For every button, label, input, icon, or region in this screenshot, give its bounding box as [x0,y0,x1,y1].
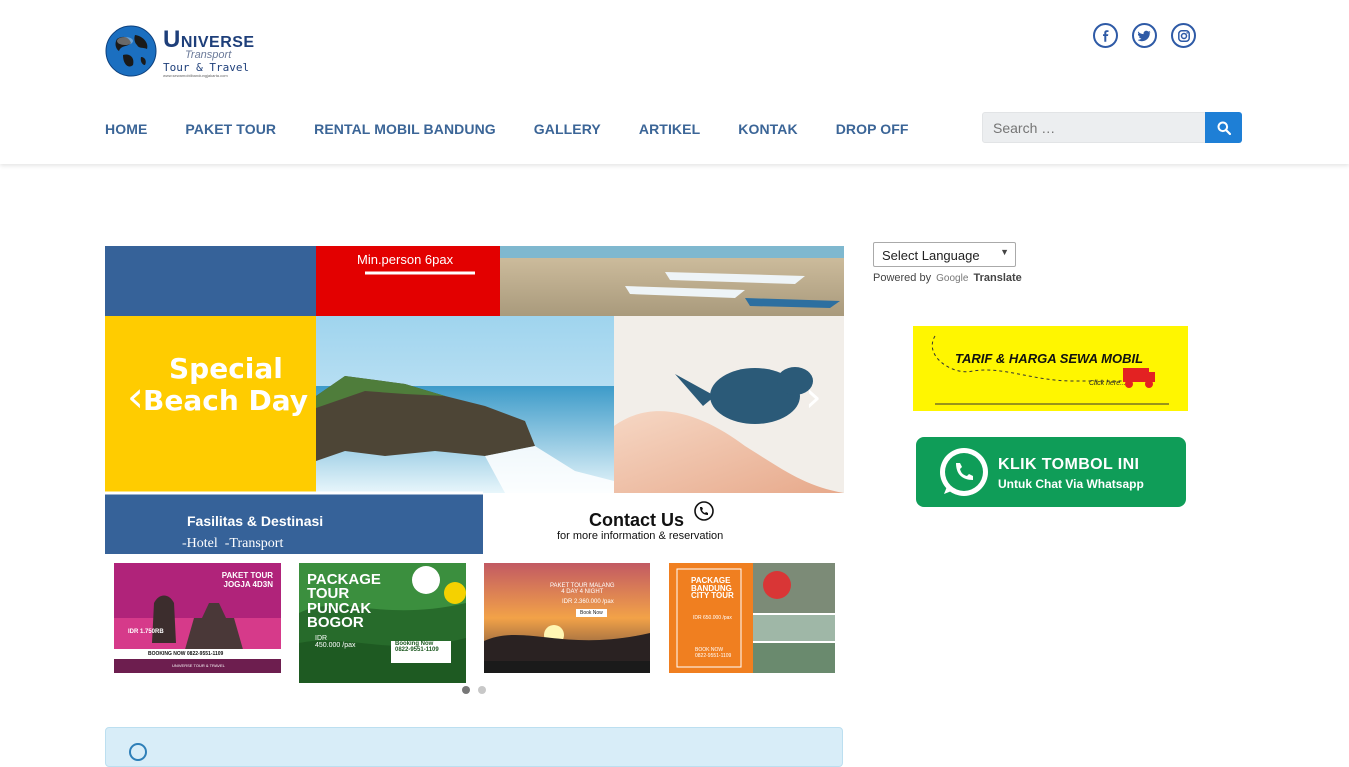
slide-min-person: Min.person 6pax [357,252,454,267]
thumb-bandung-title: PACKAGE BANDUNG CITY TOUR [691,576,734,601]
search-input[interactable] [982,112,1206,143]
site-logo[interactable]: UNIVERSE Transport Tour & Travel www.sew… [105,22,254,80]
slide-contact-sub: for more information & reservation [557,530,724,542]
nav-paket-tour[interactable]: PAKET TOUR [185,121,276,137]
translate-link[interactable]: Translate [973,272,1021,284]
slide-headline-2: Beach Day [143,384,309,417]
search-icon [1217,121,1231,135]
thumb-bogor-price: IDR 450.000 /pax [315,635,356,649]
notice-box [105,727,843,767]
thumb-jogja-price: IDR 1.750RB [128,629,164,635]
nav-drop-off[interactable]: DROP OFF [836,121,909,137]
thumb-malang[interactable]: PAKET TOUR MALANG 4 DAY 4 NIGHT IDR 2.36… [484,563,650,673]
info-icon [129,743,147,761]
slider-prev-button[interactable]: ‹ [127,376,144,418]
whatsapp-banner[interactable]: KLIK TOMBOL INI Untuk Chat Via Whatsapp [916,437,1186,507]
chevron-down-icon: ▼ [1000,247,1009,257]
google-translate-credit: Powered by Google Translate [873,272,1022,284]
tarif-banner-sub: Click here... [1089,380,1126,387]
nav-gallery[interactable]: GALLERY [534,121,601,137]
thumb-malang-title: PAKET TOUR MALANG 4 DAY 4 NIGHT [550,583,615,595]
slider-next-button[interactable]: › [805,376,822,418]
slide-footer-title: Fasilitas & Destinasi [187,513,324,529]
thumb-malang-cta[interactable]: Book Now [576,609,607,617]
car-icon [931,335,1169,405]
sunrise-image [484,563,650,673]
whatsapp-banner-sub: Untuk Chat Via Whatsapp [998,477,1144,491]
nav-kontak[interactable]: KONTAK [738,121,797,137]
slide-headline-1: Special [169,352,283,385]
powered-by-label: Powered by [873,272,932,284]
carousel-dot-1[interactable] [462,686,470,694]
main-nav: HOME PAKET TOUR RENTAL MOBIL BANDUNG GAL… [105,121,947,137]
thumb-jogja-brand: UNIVERSE TOUR & TRAVEL [172,663,225,668]
thumb-jogja[interactable]: PAKET TOUR JOGJA 4D3N IDR 1.750RB BOOKIN… [114,563,281,673]
thumb-jogja-title: PAKET TOUR JOGJA 4D3N [221,571,273,589]
whatsapp-icon [694,501,714,521]
thumb-jogja-cta: BOOKING NOW 0822-9551-1109 [148,651,224,657]
whatsapp-logo-icon [940,448,988,496]
hero-slider[interactable]: Min.person 6pax Special Beach Day Fasili… [105,246,844,554]
nav-home[interactable]: HOME [105,121,147,137]
nav-artikel[interactable]: ARTIKEL [639,121,700,137]
twitter-icon [1138,30,1151,41]
tarif-banner[interactable]: TARIF & HARGA SEWA MOBIL Click here... [913,326,1188,411]
thumb-bandung-price: IDR 650.000 /pax [693,615,732,621]
facebook-link[interactable] [1093,23,1118,48]
language-select[interactable]: Select Language ▼ [873,242,1016,267]
brand-url: www.sewamobilbandungjakarta.com [163,73,228,78]
search-button[interactable] [1205,112,1242,143]
brand-tagline: Tour & Travel [163,61,250,74]
globe-icon [105,25,157,77]
nav-rental-mobil-bandung[interactable]: RENTAL MOBIL BANDUNG [314,121,496,137]
thumb-bandung-cta: BOOK NOW 0822-9551-1109 [695,647,732,659]
thumb-bandung[interactable]: PACKAGE BANDUNG CITY TOUR IDR 650.000 /p… [669,563,835,673]
slide-contact-title: Contact Us [589,510,685,530]
facebook-icon [1102,29,1108,42]
thumb-malang-price: IDR 2.360.000 /pax [562,599,614,605]
site-header: UNIVERSE Transport Tour & Travel www.sew… [0,0,1349,164]
carousel-dot-2[interactable] [478,686,486,694]
thumb-bogor[interactable]: PACKAGE TOUR PUNCAK BOGOR IDR 450.000 /p… [299,563,466,683]
brand-initial: U [163,26,181,53]
google-logo: Google [936,273,969,284]
instagram-link[interactable] [1171,23,1196,48]
twitter-link[interactable] [1132,23,1157,48]
whatsapp-banner-title: KLIK TOMBOL INI [998,456,1140,473]
instagram-icon [1177,29,1190,42]
thumb-bogor-cta: Booking Now 0822-9551-1109 [395,641,439,653]
thumb-bogor-title: PACKAGE TOUR PUNCAK BOGOR [307,571,381,631]
language-select-label: Select Language [882,248,980,263]
tarif-banner-title: TARIF & HARGA SEWA MOBIL [955,351,1144,366]
slide-footer-items: -Hotel -Transport [182,536,284,551]
